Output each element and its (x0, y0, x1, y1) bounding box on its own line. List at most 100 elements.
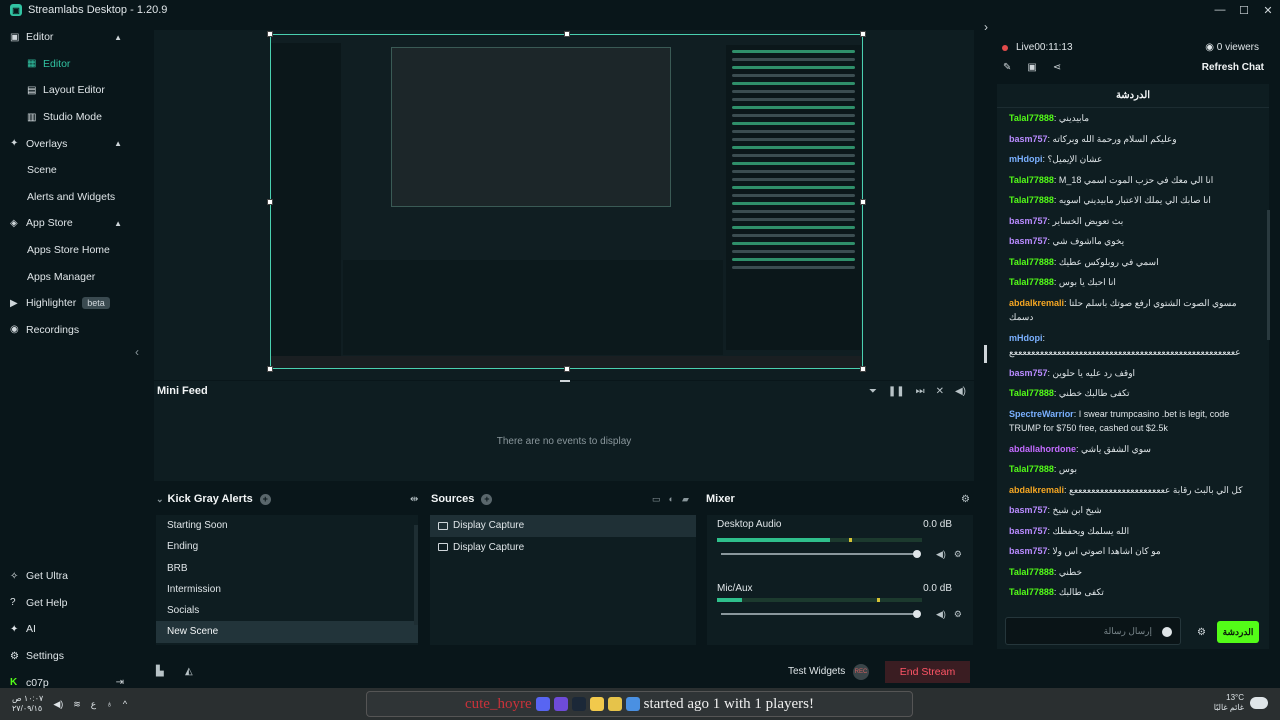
group-icon[interactable]: ▭ (652, 494, 661, 505)
chat-username[interactable]: abdalkremali (1009, 485, 1064, 495)
file-explorer-icon[interactable] (589, 697, 604, 711)
chat-username[interactable]: SpectreWarrior (1009, 409, 1074, 419)
speaker-icon[interactable]: ◀) (936, 609, 946, 620)
sidebar-item-studio-mode[interactable]: ▥ Studio Mode (0, 104, 140, 131)
chat-username[interactable]: Talal77888 (1009, 113, 1054, 123)
audio-icon[interactable]: ◐ (669, 494, 674, 505)
discord-icon[interactable] (535, 697, 550, 711)
chat-username[interactable]: Talal77888 (1009, 277, 1054, 287)
add-source-icon[interactable]: + (481, 493, 493, 505)
sidebar-item-get-ultra[interactable]: ✧ Get Ultra (0, 563, 140, 590)
resize-handle[interactable] (860, 199, 866, 205)
chat-scrollbar[interactable] (1267, 210, 1270, 340)
sidebar-item-editor[interactable]: ▦ Editor (0, 51, 140, 78)
wifi-icon[interactable]: ≋ (73, 699, 81, 710)
volume-slider[interactable] (721, 550, 921, 558)
source-item[interactable]: Display Capture (430, 537, 696, 559)
stream-preview[interactable] (154, 30, 974, 380)
performance-icon[interactable]: ▙ (156, 666, 164, 677)
test-widgets-button[interactable]: Test Widgets (788, 666, 845, 677)
share-icon[interactable]: ⋖ (1053, 62, 1061, 73)
chat-username[interactable]: basm757 (1009, 216, 1048, 226)
sidebar-item-alerts-widgets[interactable]: Alerts and Widgets (0, 184, 140, 211)
chrome-icon[interactable] (607, 697, 622, 711)
sidebar-item-scene[interactable]: Scene (0, 157, 140, 184)
scene-item[interactable]: Socials (156, 600, 418, 621)
mute-alerts-icon[interactable]: ✕ (936, 386, 944, 397)
resize-handle[interactable] (267, 199, 273, 205)
sidebar-item-apps-store-home[interactable]: Apps Store Home (0, 237, 140, 264)
scene-item[interactable]: Ending (156, 536, 418, 557)
sidebar-item-ai[interactable]: ✦ AI (0, 616, 140, 643)
chevron-up-icon[interactable]: ^ (123, 699, 127, 709)
chat-username[interactable]: Talal77888 (1009, 567, 1054, 577)
chat-username[interactable]: basm757 (1009, 526, 1048, 536)
sidebar-section-overlays[interactable]: ✦ Overlays ▲ (0, 130, 140, 157)
chat-send-button[interactable]: الدردشة (1217, 621, 1259, 643)
chat-username[interactable]: basm757 (1009, 505, 1048, 515)
microphone-icon[interactable]: ♁ (106, 699, 113, 709)
emoji-icon[interactable] (1162, 627, 1172, 637)
dashboard-icon[interactable]: ▣ (1027, 62, 1036, 73)
sidebar-item-apps-manager[interactable]: Apps Manager (0, 263, 140, 290)
scene-item[interactable]: Starting Soon (156, 515, 418, 536)
resize-handle[interactable] (860, 31, 866, 37)
add-scene-icon[interactable]: + (259, 493, 271, 505)
speaker-icon[interactable]: ◀) (936, 549, 946, 560)
collapse-sidebar-icon[interactable]: ‹ (135, 345, 139, 359)
filter-icon[interactable]: ⏷ (869, 386, 877, 397)
sidebar-item-settings[interactable]: ⚙ Settings (0, 643, 140, 670)
chat-username[interactable]: basm757 (1009, 134, 1048, 144)
chat-username[interactable]: Talal77888 (1009, 175, 1054, 185)
resize-handle[interactable] (267, 366, 273, 372)
scene-item[interactable]: Intermission (156, 579, 418, 600)
chat-message-input[interactable]: إرسال رسالة (1005, 617, 1181, 645)
display-capture-preview[interactable] (267, 31, 866, 372)
gear-icon[interactable]: ⚙ (954, 549, 962, 560)
resize-handle[interactable] (564, 366, 570, 372)
chat-username[interactable]: mHdopi (1009, 154, 1043, 164)
resize-handle[interactable] (267, 31, 273, 37)
language-indicator[interactable]: ع (91, 699, 96, 710)
resize-handle[interactable] (860, 366, 866, 372)
scene-item[interactable]: BRB (156, 558, 418, 579)
chat-username[interactable]: basm757 (1009, 546, 1048, 556)
scenes-scrollbar[interactable] (414, 525, 418, 625)
close-button[interactable]: ✕ (1256, 0, 1280, 20)
resize-divider[interactable] (560, 380, 570, 382)
app-icon[interactable] (553, 697, 568, 711)
app-icon[interactable] (625, 697, 640, 711)
edit-icon[interactable]: ✎ (1003, 62, 1011, 73)
minimize-button[interactable]: — (1208, 0, 1232, 20)
sidebar-section-app-store[interactable]: ◈ App Store ▲ (0, 210, 140, 237)
chat-username[interactable]: Talal77888 (1009, 587, 1054, 597)
sidebar-section-recordings[interactable]: ◉ Recordings (0, 317, 140, 344)
chat-username[interactable]: Talal77888 (1009, 464, 1054, 474)
clock[interactable]: ١٠:٠٧ ص ٢٧/٠٩/١٥ (12, 694, 43, 714)
chevron-right-icon[interactable]: › (984, 20, 988, 34)
volume-slider[interactable] (721, 610, 921, 618)
skip-icon[interactable]: ⏭ (916, 386, 925, 397)
scene-item[interactable]: New Scene (156, 621, 418, 643)
gear-icon[interactable]: ⚙ (1197, 627, 1206, 638)
chevron-down-icon[interactable]: ⌄ (156, 494, 164, 505)
resize-handle[interactable] (564, 31, 570, 37)
preview-scroll-handle[interactable] (984, 345, 987, 363)
source-item[interactable]: Display Capture (430, 515, 696, 537)
chat-username[interactable]: basm757 (1009, 368, 1048, 378)
steam-icon[interactable] (571, 697, 586, 711)
end-stream-button[interactable]: End Stream (885, 661, 970, 683)
record-button[interactable]: REC (853, 664, 869, 680)
logout-icon[interactable]: ⇥ (116, 677, 124, 688)
chat-username[interactable]: Talal77888 (1009, 388, 1054, 398)
sidebar-item-get-help[interactable]: ? Get Help (0, 590, 140, 617)
scene-collection-title[interactable]: Kick Gray Alerts (168, 493, 253, 505)
sidebar-item-layout-editor[interactable]: ▤ Layout Editor (0, 77, 140, 104)
chat-username[interactable]: abdalkremali (1009, 298, 1064, 308)
sidebar-section-editor[interactable]: ▣ Editor ▲ (0, 24, 140, 51)
gear-icon[interactable]: ⚙ (954, 609, 962, 620)
pause-icon[interactable]: ❚❚ (888, 386, 905, 397)
maximize-button[interactable]: ☐ (1232, 0, 1256, 20)
gear-icon[interactable]: ⚙ (961, 494, 970, 505)
sidebar-section-highlighter[interactable]: ▶ Highlighter beta (0, 290, 140, 317)
